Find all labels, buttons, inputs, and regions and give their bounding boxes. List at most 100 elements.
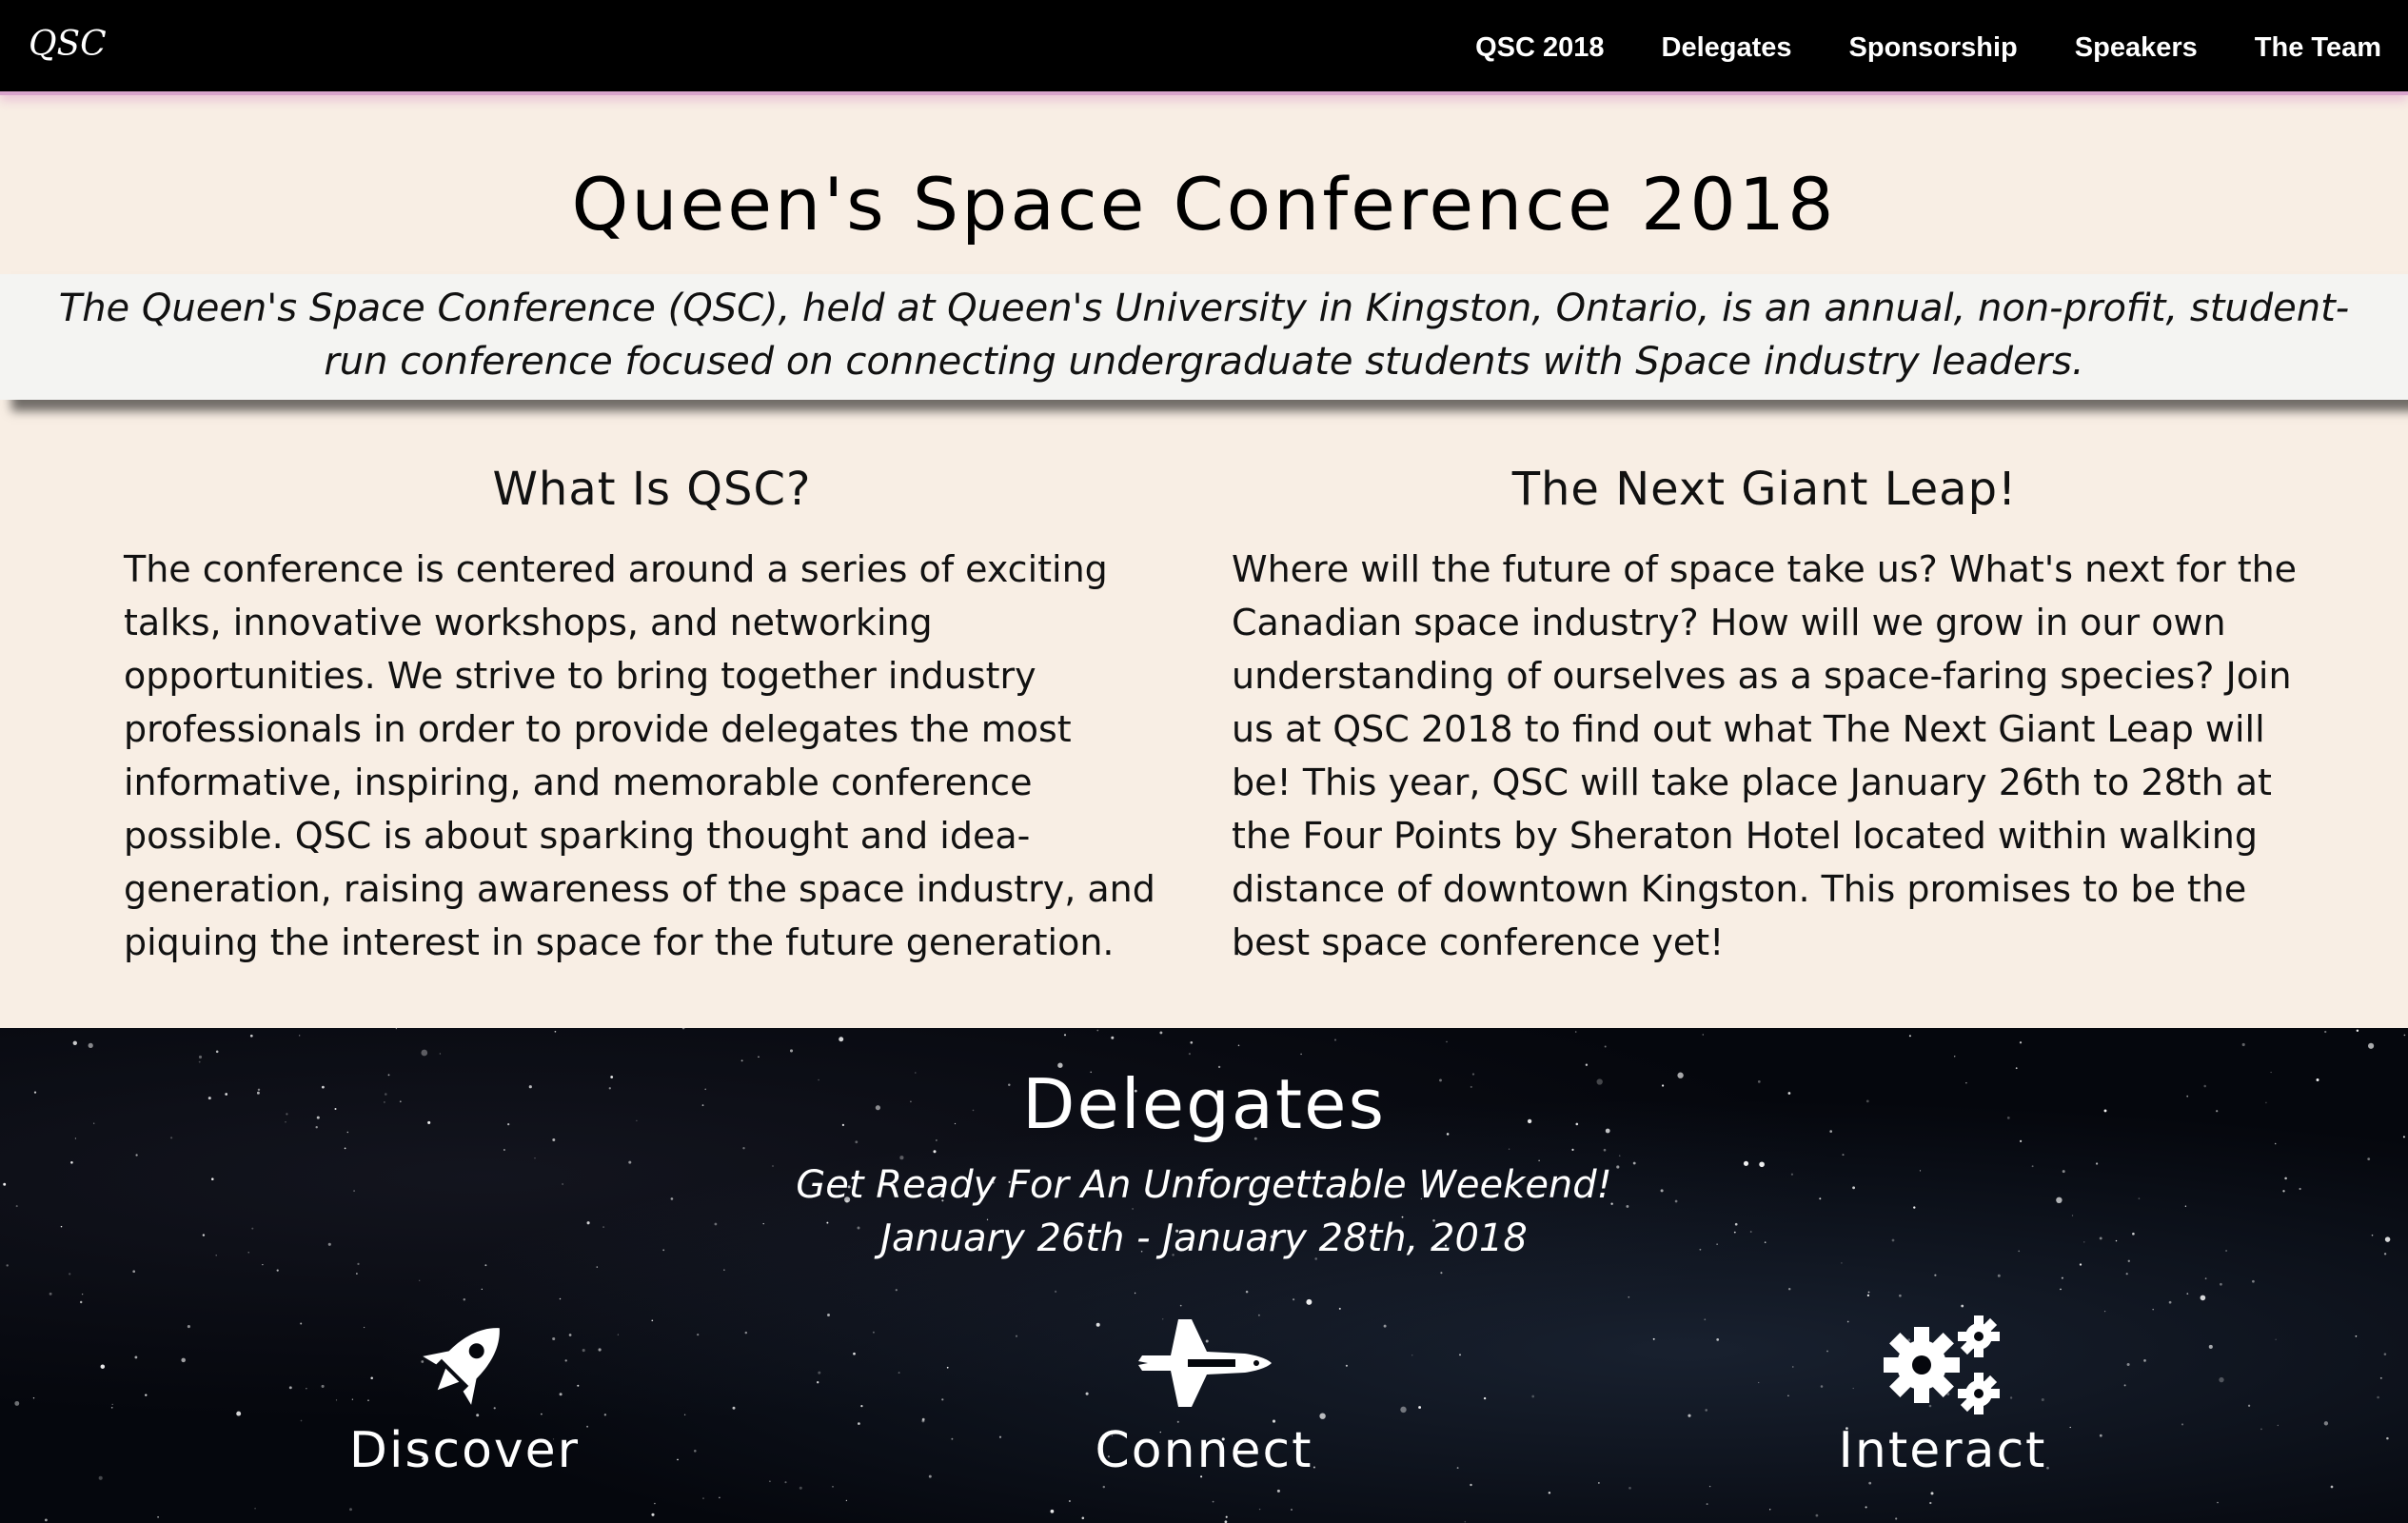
star <box>683 1414 686 1415</box>
star <box>832 1486 834 1488</box>
what-is-qsc-body: The conference is centered around a seri… <box>124 548 1155 963</box>
star <box>740 1059 743 1062</box>
star <box>2241 1042 2245 1047</box>
nav-link-qsc-2018[interactable]: QSC 2018 <box>1475 32 1604 64</box>
page-title: Queen's Space Conference 2018 <box>571 162 1837 247</box>
star <box>1706 1503 1708 1506</box>
star <box>1705 1409 1707 1412</box>
star <box>1531 1394 1535 1398</box>
star <box>694 1450 697 1453</box>
star <box>1868 1481 1872 1485</box>
star <box>1930 1492 1934 1495</box>
feature-discover: Discover <box>274 1306 655 1479</box>
delegates-title: Delegates <box>1022 1064 1386 1144</box>
feature-interact-label: Interact <box>1838 1422 2047 1479</box>
star <box>1400 1406 1407 1414</box>
star <box>1708 1485 1711 1488</box>
star <box>1704 1318 1707 1321</box>
star <box>784 1481 787 1484</box>
star <box>1652 1337 1655 1340</box>
star <box>1571 1148 1574 1151</box>
star <box>79 1300 83 1304</box>
star <box>2355 1335 2358 1337</box>
star <box>723 1269 725 1271</box>
star <box>481 1288 483 1291</box>
nav-link-delegates[interactable]: Delegates <box>1662 32 1792 64</box>
star <box>1190 1040 1194 1044</box>
nav-link-sponsorship[interactable]: Sponsorship <box>1849 32 2018 64</box>
star <box>2200 1295 2206 1301</box>
star <box>198 1055 203 1059</box>
delegates-tagline: Get Ready For An Unforgettable Weekend! <box>796 1163 1612 1207</box>
star <box>1111 1036 1115 1039</box>
star <box>187 1325 190 1329</box>
star <box>69 1273 71 1276</box>
star <box>2356 1029 2359 1032</box>
rocket-icon <box>423 1328 500 1405</box>
star <box>357 1262 360 1266</box>
star <box>769 1480 771 1483</box>
star <box>2275 1338 2277 1340</box>
star <box>110 1406 113 1409</box>
star <box>697 1334 700 1336</box>
star <box>2367 1157 2371 1160</box>
star <box>895 1289 898 1292</box>
star <box>654 1502 656 1505</box>
star <box>439 1053 442 1055</box>
star <box>789 1049 794 1053</box>
star <box>2220 1282 2222 1286</box>
star <box>845 1499 848 1502</box>
star <box>1258 1508 1261 1511</box>
star <box>827 1314 830 1316</box>
star <box>1063 1034 1067 1037</box>
star <box>1483 1396 1487 1400</box>
brand-logo-link[interactable]: QSC <box>29 25 107 64</box>
star <box>1456 1467 1459 1470</box>
star <box>1702 1034 1705 1036</box>
star <box>1293 1298 1295 1301</box>
star <box>554 1030 557 1033</box>
star <box>2125 1273 2128 1276</box>
star <box>2324 1030 2327 1034</box>
star <box>236 1411 242 1416</box>
star <box>651 1513 655 1516</box>
star <box>681 1028 685 1030</box>
star <box>349 1508 352 1512</box>
star <box>946 1366 949 1369</box>
feature-connect: Connect <box>1014 1306 1394 1479</box>
star <box>484 1264 487 1267</box>
star <box>742 1147 745 1150</box>
star <box>1866 1294 1870 1297</box>
about-column-right: The Next Giant Leap! Where will the futu… <box>1232 463 2298 969</box>
star <box>1081 1516 1085 1520</box>
about-column-left: What Is QSC? The conference is centered … <box>124 463 1180 969</box>
nav-link-the-team[interactable]: The Team <box>2255 32 2381 64</box>
star <box>2019 1041 2023 1044</box>
star <box>249 1034 253 1038</box>
star <box>6 1264 9 1267</box>
star <box>254 1507 256 1510</box>
star <box>928 1474 932 1478</box>
star <box>853 1352 856 1355</box>
star <box>421 1049 428 1057</box>
star <box>2277 1424 2279 1427</box>
star <box>1538 1159 1540 1161</box>
star <box>1895 1517 1898 1520</box>
star <box>839 1037 844 1042</box>
star <box>1604 1045 1607 1048</box>
star <box>1508 1148 1510 1150</box>
star <box>1769 1509 1771 1511</box>
star <box>395 1028 398 1030</box>
star <box>81 1293 84 1296</box>
star <box>732 1406 736 1410</box>
star <box>2260 1428 2262 1431</box>
star <box>818 1371 821 1375</box>
nav-link-speakers[interactable]: Speakers <box>2075 32 2198 64</box>
star <box>32 1396 35 1399</box>
star <box>744 1331 748 1335</box>
star <box>559 1297 562 1300</box>
star <box>1276 1489 1280 1493</box>
star <box>44 1518 48 1522</box>
star <box>1446 1040 1448 1043</box>
star <box>463 1297 466 1301</box>
